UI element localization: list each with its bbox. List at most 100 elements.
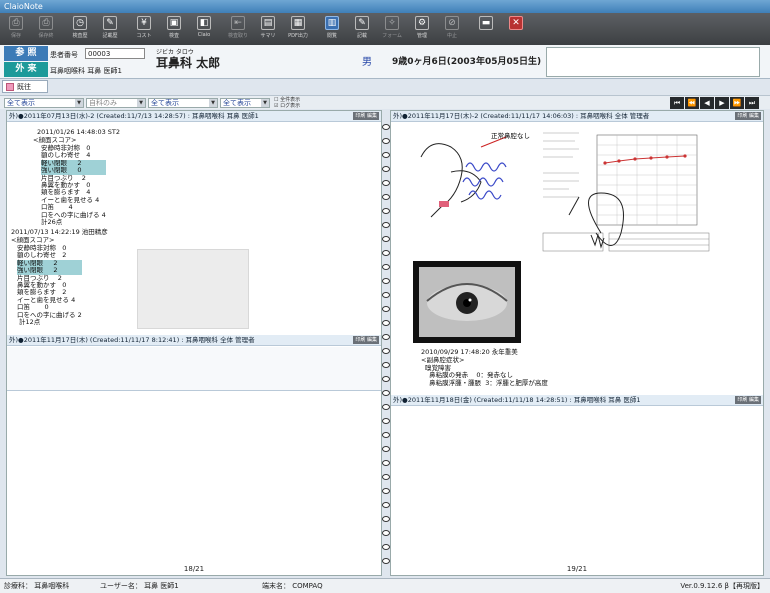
binder-ring: [382, 124, 390, 130]
record-header-text: 外)●2011年07月13日(水)-2 (Created:11/7/13 14:…: [9, 112, 259, 120]
toolbar-button[interactable]: ⎙ 保存: [2, 13, 30, 45]
toolbar-button[interactable]: ⚙ 管理: [408, 13, 436, 45]
filter-select-1[interactable]: 全て表示 ▼: [4, 98, 84, 108]
toolbar-button[interactable]: ▬: [472, 13, 500, 45]
toolbar-button[interactable]: ✕: [502, 13, 530, 45]
eye-image[interactable]: [413, 261, 521, 343]
score-list: 安静時非対称 0 額のしわ寄せ 4 軽い閉眼 2 強い閉眼 0 片目つぶり 2 鼻翼を動か…: [41, 144, 106, 219]
filter-1-value: 全て表示: [7, 99, 35, 107]
toolbar-button-label: 保存: [10, 33, 21, 39]
binder-ring: [382, 320, 390, 326]
record-history-icon: ✎: [103, 16, 117, 30]
audiogram-report[interactable]: [539, 125, 739, 275]
toolbar-button[interactable]: ◧ Claio: [190, 13, 218, 45]
toolbar-button[interactable]: ◷ 検査歴: [66, 13, 94, 45]
binder-ring: [382, 488, 390, 494]
patient-header: 参 照 外 来 患者番号 00003 耳鼻咽喉科 耳鼻 医師1 ジビカ タロウ …: [0, 45, 770, 79]
binder-ring: [382, 334, 390, 340]
score-total: 計12点: [19, 318, 41, 326]
toolbar-button-label: PDF出力: [288, 33, 308, 39]
nav-button[interactable]: ◀: [700, 97, 714, 109]
toolbar-button-label: 閲覧: [326, 33, 337, 39]
toolbar-button-label: サマリ: [260, 33, 276, 39]
history-icon: ◷: [73, 16, 87, 30]
toolbar-button-label: 中止: [446, 33, 457, 39]
toolbar-button[interactable]: ⊘ 中止: [438, 13, 466, 45]
history-tab[interactable]: 既往: [2, 80, 48, 93]
binder-ring: [382, 502, 390, 508]
history-tab-label: 既往: [17, 83, 31, 91]
nav-button[interactable]: ⏩: [730, 97, 744, 109]
print-edit-button[interactable]: 印刷 編集: [353, 336, 379, 344]
history-icon: [6, 83, 14, 91]
binder-ring: [382, 208, 390, 214]
filter-2-value: 自科のみ: [89, 99, 117, 107]
status-bar: 診療科： 耳鼻咽喉科 ユーザー名： 耳鼻 医師1 端末名： COMPAQ Ver…: [0, 578, 770, 593]
print-edit-button[interactable]: 印刷 編集: [735, 112, 761, 120]
toolbar-button[interactable]: ¥ コスト: [130, 13, 158, 45]
toolbar-button[interactable]: ▥ 閲覧: [318, 13, 346, 45]
book-icon: ▥: [325, 16, 339, 30]
record-header[interactable]: 外)●2011年11月18日(金) (Created:11/11/18 14:2…: [391, 395, 763, 406]
summary-icon: ▤: [261, 16, 275, 30]
print-edit-button[interactable]: 印刷 編集: [735, 396, 761, 404]
cancel-icon: ⊘: [445, 16, 459, 30]
nav-button[interactable]: ⏮: [670, 97, 684, 109]
toolbar-button-label: 検査歴: [72, 33, 88, 39]
record-header[interactable]: 外)●2011年11月17日(木)-2 (Created:11/11/17 14…: [391, 111, 763, 122]
claio-icon: ◧: [197, 16, 211, 30]
binder-ring: [382, 264, 390, 270]
patient-id-label: 患者番号: [50, 51, 78, 59]
patient-name: 耳鼻科 太郎: [156, 56, 221, 70]
filter-select-3[interactable]: 全て表示 ▼: [148, 98, 218, 108]
nav-button[interactable]: ▶: [715, 97, 729, 109]
record-body: [7, 347, 381, 391]
toolbar-button[interactable]: ▣ 検査: [160, 13, 188, 45]
record-header[interactable]: 外)●2011年11月17日(木) (Created:11/11/17 8:12…: [7, 335, 381, 346]
nav-button[interactable]: ⏭: [745, 97, 759, 109]
window-title: ClaioNote: [0, 0, 770, 13]
toolbar-button[interactable]: ⎙ 保存終: [32, 13, 60, 45]
binder-ring: [382, 446, 390, 452]
department-label: 耳鼻咽喉科 耳鼻 医師1: [50, 67, 122, 75]
binder-ring: [382, 432, 390, 438]
filter-select-2[interactable]: 自科のみ ▼: [86, 98, 146, 108]
binder-ring: [382, 362, 390, 368]
list-item: 鼻粘膜浮腫・腫脹 3：浮腫と肥厚が高度: [425, 378, 548, 387]
toolbar-button-label: 管理: [416, 33, 427, 39]
memo-box[interactable]: [546, 47, 760, 77]
print-edit-button[interactable]: 印刷 編集: [353, 112, 379, 120]
toolbar-button[interactable]: ✎ 記載歴: [96, 13, 124, 45]
record-header-text: 外)●2011年11月17日(木) (Created:11/11/17 8:12…: [9, 336, 255, 344]
gear-icon: ⚙: [415, 16, 429, 30]
toolbar-button-label: 保存終: [38, 33, 54, 39]
image-thumbnail[interactable]: [137, 249, 249, 329]
cost-icon: ¥: [137, 16, 151, 30]
pen-icon: ✎: [355, 16, 369, 30]
save-close-icon: ⎙: [39, 16, 53, 30]
page-navigation: ⏮ ⏪ ◀ ▶ ⏩ ⏭: [670, 97, 760, 109]
chevron-down-icon: ▼: [75, 99, 83, 107]
binder-ring: [382, 138, 390, 144]
binder-ring: [382, 530, 390, 536]
chevron-down-icon: ▼: [261, 99, 269, 107]
binder-ring: [382, 152, 390, 158]
nasal-sketch[interactable]: [411, 127, 531, 227]
binder-ring: [382, 376, 390, 382]
record-header-text: 外)●2011年11月17日(木)-2 (Created:11/11/17 14…: [393, 112, 650, 120]
chevron-down-icon: ▼: [209, 99, 217, 107]
toolbar-button[interactable]: ▦ PDF出力: [284, 13, 312, 45]
toolbar-button[interactable]: ✧ フォーム: [378, 13, 406, 45]
record-header[interactable]: 外)●2011年07月13日(水)-2 (Created:11/7/13 14:…: [7, 111, 381, 122]
toolbar-button[interactable]: ▤ サマリ: [254, 13, 282, 45]
outpatient-tag[interactable]: 外 来: [4, 62, 48, 77]
left-page: 外)●2011年07月13日(水)-2 (Created:11/7/13 14:…: [6, 110, 382, 576]
log-checkbox[interactable]: ☑ ログ表示: [274, 102, 300, 109]
toolbar-button[interactable]: ✎ 記載: [348, 13, 376, 45]
toolbar-button[interactable]: ⇤ 検査取り: [224, 13, 252, 45]
binder-ring: [382, 180, 390, 186]
patient-id-field[interactable]: 00003: [85, 48, 145, 59]
nav-button[interactable]: ⏪: [685, 97, 699, 109]
filter-select-4[interactable]: 全て表示 ▼: [220, 98, 270, 108]
reference-tag[interactable]: 参 照: [4, 46, 48, 61]
